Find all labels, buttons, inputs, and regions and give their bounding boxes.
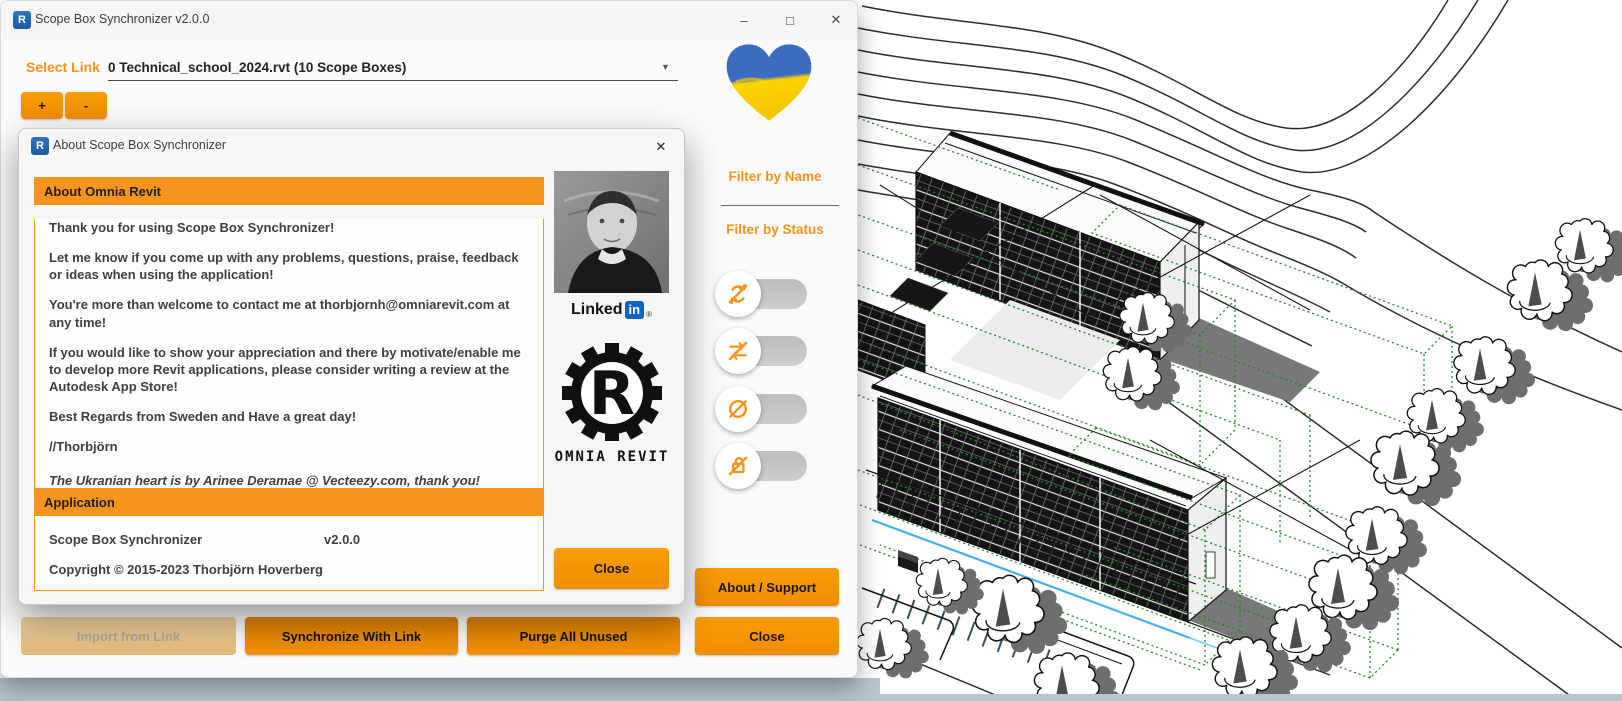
linkedin-wordmark: Linked [570,301,623,318]
select-link-label: Select Link [26,59,100,75]
toggle-lock-slash[interactable] [715,443,807,489]
dialog-close-button[interactable]: Close [554,548,669,589]
dialog-title: About Scope Box Synchronizer [53,138,227,152]
synchronize-with-link-button[interactable]: Synchronize With Link [245,617,458,655]
maximize-button[interactable]: □ [767,1,813,39]
revit-app-icon: R [31,137,49,155]
minimize-button[interactable]: – [721,1,767,39]
registered-mark: ® [646,310,653,319]
about-omnia-header: About Omnia Revit [34,177,544,205]
omnia-revit-gear-logo: R [562,343,662,441]
app-version: v2.0.0 [324,532,361,547]
about-signature: //Thorbjörn [49,439,118,455]
svg-text:R: R [589,359,635,429]
swap-arrows-disabled-icon[interactable] [715,328,761,374]
toggle-circle-slash[interactable] [715,386,807,432]
sidebar-close-button[interactable]: Close [695,617,839,655]
app-name: Scope Box Synchronizer [49,532,203,547]
dialog-close-icon[interactable]: ✕ [648,136,674,158]
main-titlebar[interactable]: R Scope Box Synchronizer v2.0.0 – □ ✕ [1,1,857,39]
link-combobox[interactable]: 0 Technical_school_2024.rvt (10 Scope Bo… [108,60,406,75]
linkedin-in-badge: in [624,301,645,319]
about-paragraph: You're more than welcome to contact me a… [49,297,510,330]
close-button[interactable]: ✕ [813,1,859,39]
purge-all-unused-button[interactable]: Purge All Unused [467,617,680,655]
toggle-swap-disabled[interactable] [715,328,807,374]
about-omnia-groupbox: About Omnia Revit Thank you for using Sc… [34,177,544,493]
ukraine-heart [726,44,812,121]
window-title: Scope Box Synchronizer v2.0.0 [35,12,210,26]
about-support-button[interactable]: About / Support [695,568,839,606]
omnia-revit-wordmark: OMNIA REVIT [554,449,670,465]
toggle-sync-disabled[interactable] [715,271,807,317]
filter-by-name-label: Filter by Name [728,169,822,184]
import-from-link-button[interactable]: Import from Link [21,617,236,655]
portrait-photo [554,171,669,293]
desktop-strip-bottom [0,694,1622,701]
sidebar-separator [721,205,839,206]
application-header: Application [34,488,544,516]
heart-credit: The Ukranian heart is by Arinee Deramae … [49,472,480,488]
remove-link-button[interactable]: - [65,92,107,119]
about-paragraph: Let me know if you come up with any prob… [49,250,519,283]
dialog-titlebar[interactable]: R About Scope Box Synchronizer ✕ [19,129,684,163]
filter-by-status-label: Filter by Status [726,222,824,237]
about-paragraph: Thank you for using Scope Box Synchroniz… [49,220,335,235]
lock-slash-icon[interactable] [715,443,761,489]
chevron-down-icon[interactable]: ▼ [661,62,670,72]
sync-disabled-icon[interactable] [715,271,761,317]
about-paragraph: If you would like to show your appreciat… [49,344,521,395]
app-copyright: Copyright © 2015-2023 Thorbjörn Hoverber… [49,562,323,577]
combobox-underline [108,80,678,81]
application-groupbox: Application Scope Box Synchronizer v2.0.… [34,488,544,591]
add-link-button[interactable]: + [21,92,63,119]
circle-slash-icon[interactable] [715,386,761,432]
revit-app-icon: R [13,11,31,29]
about-dialog: R About Scope Box Synchronizer ✕ About O… [18,128,685,605]
about-paragraph: Best Regards from Sweden and Have a grea… [49,409,357,425]
linkedin-logo[interactable]: Linked in ® [554,301,669,319]
